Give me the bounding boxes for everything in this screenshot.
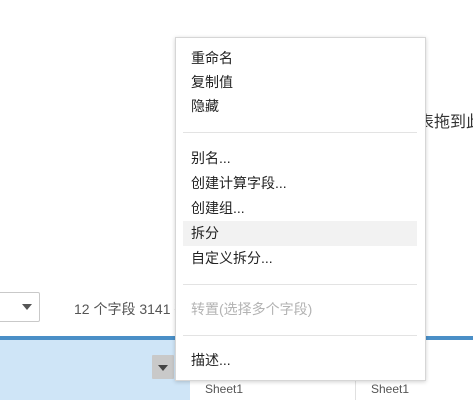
menu-item-pivot: 转置(选择多个字段)	[191, 301, 313, 317]
column-source-label: Sheet1	[205, 382, 244, 396]
menu-item-create-group[interactable]: 创建组...	[183, 196, 417, 221]
menu-item-describe[interactable]: 描述...	[183, 348, 417, 373]
menu-item-copy-values[interactable]: 复制值	[183, 70, 417, 95]
view-dropdown[interactable]	[0, 292, 40, 322]
menu-item-hide[interactable]: 隐藏	[183, 94, 417, 119]
menu-item-aliases[interactable]: 别名...	[183, 146, 417, 171]
menu-separator	[183, 335, 417, 336]
selected-column-header[interactable]	[0, 340, 190, 400]
field-row-count: 12 个字段 3141 行	[74, 301, 189, 317]
menu-item-custom-split[interactable]: 自定义拆分...	[183, 246, 417, 271]
menu-separator	[183, 284, 417, 285]
menu-separator	[183, 132, 417, 133]
menu-item-create-calculated-field[interactable]: 创建计算字段...	[183, 171, 417, 196]
menu-item-split[interactable]: 拆分	[183, 221, 417, 246]
menu-item-rename[interactable]: 重命名	[183, 46, 417, 71]
drop-table-hint: 表拖到此	[418, 114, 473, 131]
column-menu-button[interactable]	[152, 355, 174, 379]
data-source-page: 表拖到此 12 个字段 3141 行 Sheet1 Sheet1 重命名 复制值…	[0, 0, 473, 400]
column-source-label: Sheet1	[371, 382, 410, 396]
chevron-down-icon	[22, 304, 32, 310]
column-context-menu: 重命名 复制值 隐藏 别名... 创建计算字段... 创建组... 拆分 自定义…	[175, 37, 426, 381]
chevron-down-icon	[158, 365, 168, 371]
